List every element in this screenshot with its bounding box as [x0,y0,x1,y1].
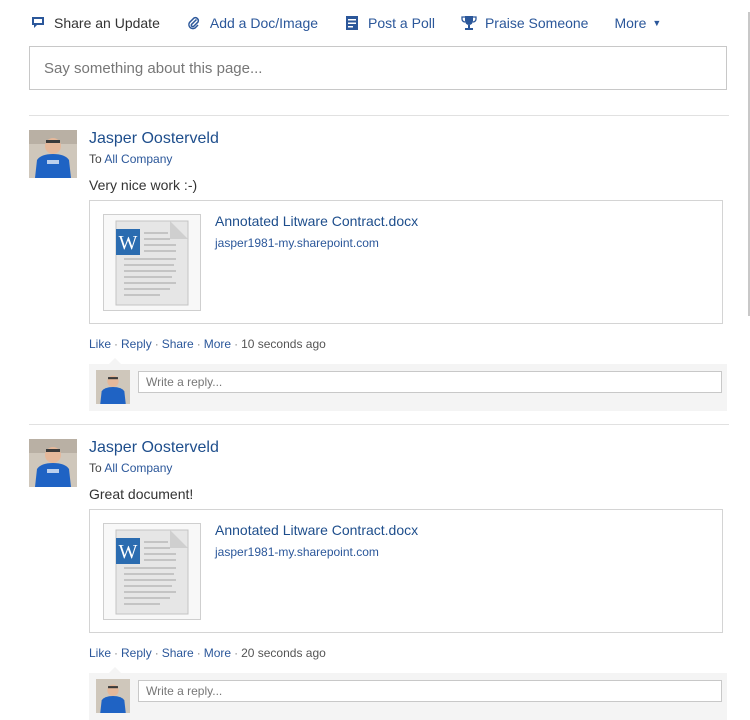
tab-praise-someone[interactable]: Praise Someone [461,15,589,31]
tab-share-update[interactable]: Share an Update [30,15,160,31]
avatar[interactable] [29,130,77,178]
divider [29,115,729,116]
word-document-icon[interactable]: W [103,214,201,311]
avatar [96,370,130,404]
recipient-prefix: To [89,461,102,475]
separator: · [196,646,201,660]
post-author[interactable]: Jasper Oosterveld [89,439,219,457]
trophy-icon [461,15,477,31]
reply-input[interactable] [139,372,721,392]
separator: · [114,337,119,351]
attachment-card[interactable]: W Annotated Litware Contract.docx jasper… [89,509,723,633]
recipient-link[interactable]: All Company [104,461,172,475]
avatar [96,679,130,713]
post-author[interactable]: Jasper Oosterveld [89,130,219,148]
divider [29,424,729,425]
recipient-link[interactable]: All Company [104,152,172,166]
post-body: Very nice work :-) [89,177,198,193]
separator: · [234,337,239,351]
more-link[interactable]: More [204,337,231,351]
separator: · [114,646,119,660]
attachment-url: jasper1981-my.sharepoint.com [215,236,379,250]
publisher-tabs: Share an Update Add a Doc/Image Post a P… [30,10,687,36]
post-actions: Like · Reply · Share · More · 10 seconds ago [89,337,326,351]
attachment-title[interactable]: Annotated Litware Contract.docx [215,213,418,229]
poll-icon [344,15,360,31]
share-update-input[interactable] [30,47,726,89]
separator: · [154,646,159,660]
tab-label: Praise Someone [484,15,589,31]
tab-label: Share an Update [54,15,160,31]
post-recipient: To All Company [89,152,172,166]
like-link[interactable]: Like [89,646,111,660]
attachment-title[interactable]: Annotated Litware Contract.docx [215,522,418,538]
post-timestamp: 20 seconds ago [241,646,326,660]
word-document-icon[interactable]: W [103,523,201,620]
svg-text:W: W [119,232,138,254]
tab-label: Post a Poll [368,15,435,31]
post-timestamp: 10 seconds ago [241,337,326,351]
avatar[interactable] [29,439,77,487]
publisher-box [29,46,727,90]
share-link[interactable]: Share [162,646,194,660]
separator: · [196,337,201,351]
reply-link[interactable]: Reply [121,337,152,351]
svg-text:W: W [119,541,138,563]
attachment-url: jasper1981-my.sharepoint.com [215,545,379,559]
reply-input-box [138,680,722,702]
speech-bubble-icon [30,15,46,31]
tab-label: Add a Doc/Image [209,15,319,31]
tab-label: More [614,15,647,31]
tab-post-poll[interactable]: Post a Poll [344,15,435,31]
reply-link[interactable]: Reply [121,646,152,660]
reply-area [89,358,727,411]
reply-area [89,667,727,720]
reply-input[interactable] [139,681,721,701]
tab-add-doc-image[interactable]: Add a Doc/Image [186,15,318,31]
reply-notch [109,358,121,364]
recipient-prefix: To [89,152,102,166]
separator: · [234,646,239,660]
share-link[interactable]: Share [162,337,194,351]
more-link[interactable]: More [204,646,231,660]
reply-notch [109,667,121,673]
reply-input-box [138,371,722,393]
attachment-card[interactable]: W Annotated Litware Contract.docx jasper… [89,200,723,324]
post-body: Great document! [89,486,194,502]
post-actions: Like · Reply · Share · More · 20 seconds ago [89,646,326,660]
separator: · [154,337,159,351]
like-link[interactable]: Like [89,337,111,351]
caret-down-icon: ▼ [652,18,662,28]
feed-post: Jasper Oosterveld To All Company Very ni… [29,130,750,420]
paperclip-icon [186,15,202,31]
post-recipient: To All Company [89,461,172,475]
feed-post: Jasper Oosterveld To All Company Great d… [29,439,750,720]
tab-more[interactable]: More ▼ [614,15,661,31]
